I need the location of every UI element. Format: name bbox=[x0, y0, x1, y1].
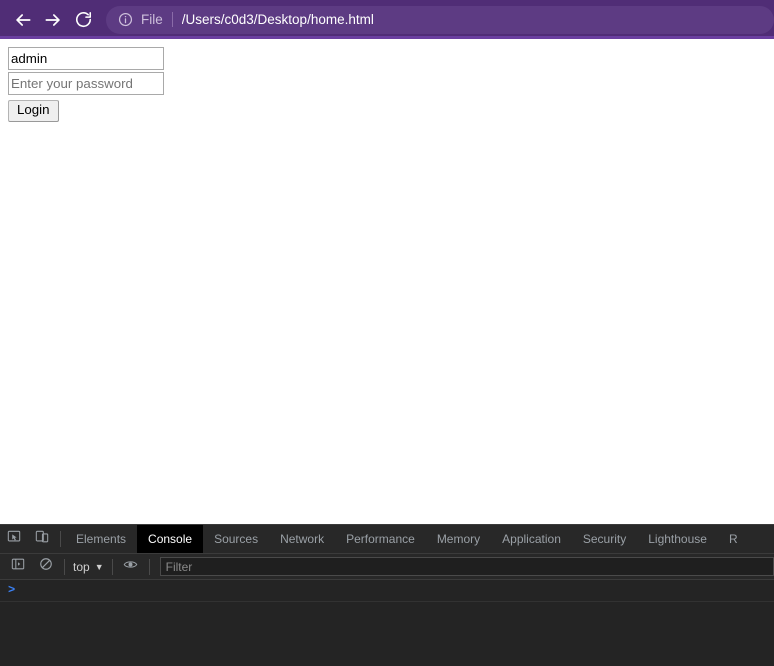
tabbar-divider bbox=[60, 531, 61, 547]
console-output[interactable]: > bbox=[0, 580, 774, 666]
arrow-left-icon bbox=[13, 10, 33, 30]
url-scheme-label: File bbox=[141, 12, 163, 27]
console-sidebar-icon bbox=[11, 557, 25, 576]
live-expression-eye-icon bbox=[123, 557, 138, 577]
tab-recorder[interactable]: R bbox=[718, 525, 749, 553]
console-sidebar-button[interactable] bbox=[4, 557, 32, 576]
console-context-selector[interactable]: top ▼ bbox=[69, 560, 108, 574]
tab-network[interactable]: Network bbox=[269, 525, 335, 553]
url-text: /Users/c0d3/Desktop/home.html bbox=[181, 12, 374, 27]
tab-sources[interactable]: Sources bbox=[203, 525, 269, 553]
console-toolbar-divider-3 bbox=[148, 558, 150, 575]
console-context-label: top bbox=[73, 559, 90, 574]
device-toggle-icon bbox=[35, 530, 49, 549]
console-toolbar-divider-2 bbox=[111, 558, 113, 575]
console-prompt-row[interactable]: > bbox=[0, 580, 774, 601]
tab-memory[interactable]: Memory bbox=[426, 525, 491, 553]
reload-button[interactable] bbox=[68, 5, 98, 35]
tab-security[interactable]: Security bbox=[572, 525, 637, 553]
browser-toolbar: File /Users/c0d3/Desktop/home.html bbox=[0, 0, 774, 39]
chevron-down-icon: ▼ bbox=[94, 561, 104, 572]
login-form: Login bbox=[8, 47, 164, 122]
console-toolbar: top ▼ bbox=[0, 554, 774, 580]
tab-application[interactable]: Application bbox=[491, 525, 572, 553]
device-toolbar-button[interactable] bbox=[28, 525, 56, 553]
tab-performance[interactable]: Performance bbox=[335, 525, 426, 553]
address-bar[interactable]: File /Users/c0d3/Desktop/home.html bbox=[106, 5, 774, 34]
login-button[interactable]: Login bbox=[8, 100, 59, 122]
tab-console[interactable]: Console bbox=[137, 525, 204, 553]
tab-elements[interactable]: Elements bbox=[65, 525, 137, 553]
page-viewport: Login bbox=[0, 39, 774, 524]
reload-icon bbox=[74, 10, 93, 29]
devtools-panel: Elements Console Sources Network Perform… bbox=[0, 524, 774, 666]
console-input[interactable] bbox=[15, 583, 774, 597]
inspect-element-icon bbox=[7, 530, 21, 549]
arrow-right-icon bbox=[43, 10, 63, 30]
forward-button[interactable] bbox=[38, 5, 68, 35]
tab-lighthouse[interactable]: Lighthouse bbox=[637, 525, 718, 553]
console-prompt-divider bbox=[0, 601, 774, 602]
info-circle-icon[interactable] bbox=[117, 12, 133, 28]
console-toolbar-divider-1 bbox=[64, 558, 65, 575]
console-prompt-icon: > bbox=[8, 583, 16, 597]
username-input[interactable] bbox=[8, 47, 164, 70]
back-button[interactable] bbox=[8, 5, 38, 35]
password-input[interactable] bbox=[8, 72, 164, 95]
devtools-tabbar: Elements Console Sources Network Perform… bbox=[0, 525, 774, 554]
clear-console-button[interactable] bbox=[32, 557, 60, 576]
live-expression-button[interactable] bbox=[117, 557, 145, 577]
inspect-element-button[interactable] bbox=[0, 525, 28, 553]
console-filter-input[interactable] bbox=[159, 557, 774, 576]
omnibox-divider bbox=[171, 12, 173, 27]
clear-console-icon bbox=[39, 557, 53, 576]
